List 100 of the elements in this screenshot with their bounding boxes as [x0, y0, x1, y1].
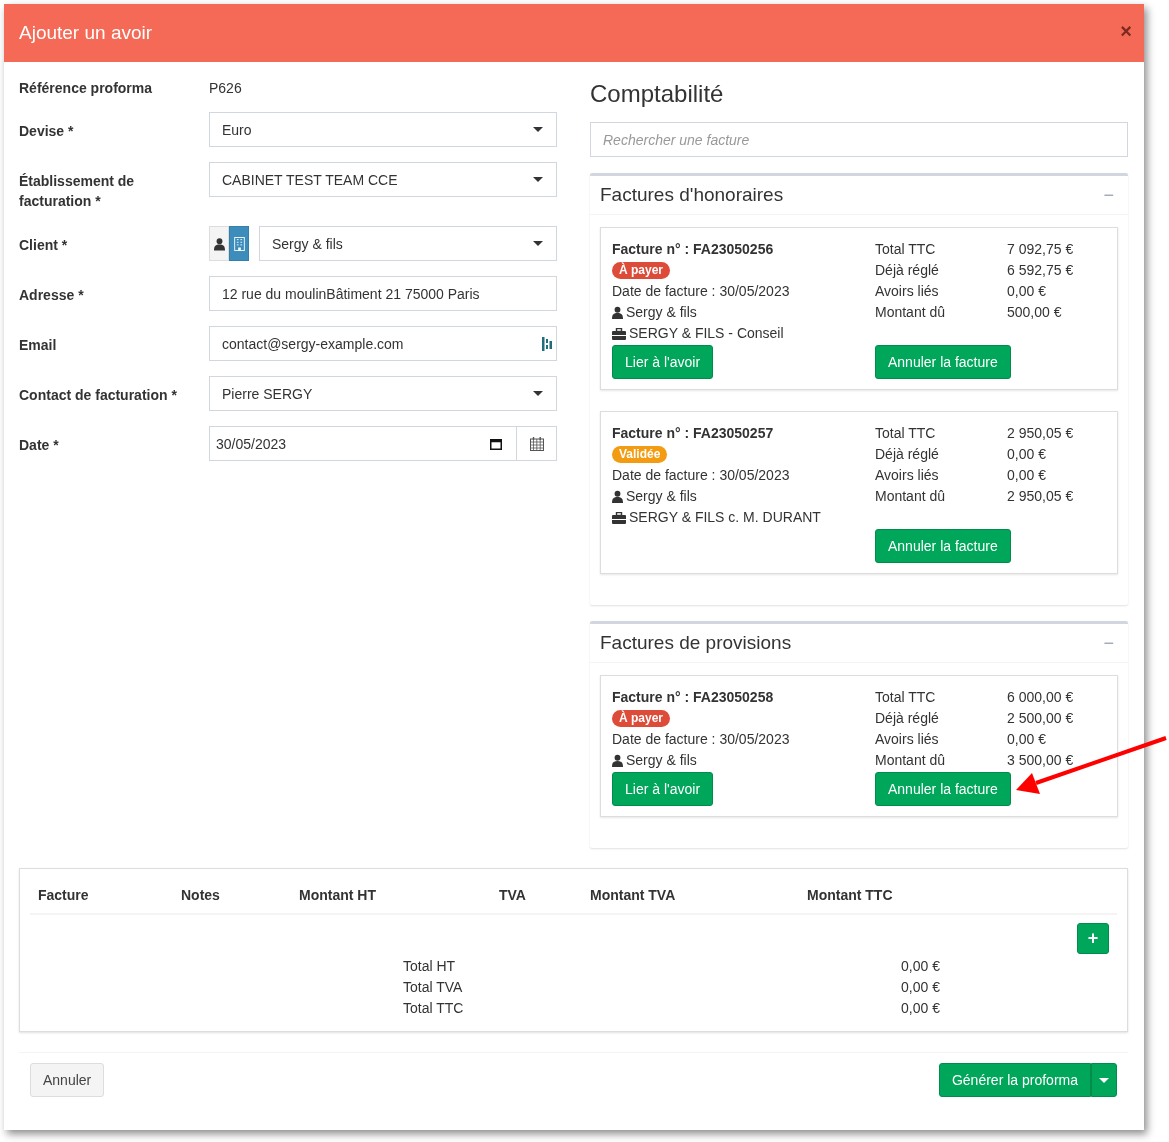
- amount-value: 6 000,00 €: [1007, 688, 1075, 707]
- invoice-number: Facture n° : FA23050256: [612, 240, 775, 259]
- amount-value: 2 950,05 €: [1007, 487, 1075, 506]
- panel-title: Factures d'honoraires: [600, 184, 784, 206]
- text-field[interactable]: 12 rue du moulinBâtiment 21 75000 Paris: [209, 276, 557, 311]
- field-label: Contact de facturation *: [19, 386, 178, 405]
- amount-value: 0,00 €: [1007, 730, 1047, 749]
- client-name: Sergy & fils: [626, 303, 697, 322]
- total-label: Total TVA: [403, 978, 464, 997]
- collapse-button[interactable]: −: [1099, 632, 1118, 654]
- amount-value: 3 500,00 €: [1007, 751, 1075, 770]
- client-name: Sergy & fils: [626, 487, 697, 506]
- invoice-date: Date de facture : 30/05/2023: [612, 282, 791, 301]
- amount-label: Avoirs liés: [875, 282, 940, 301]
- status-badge: À payer: [612, 710, 671, 727]
- amount-label: Déjà réglé: [875, 445, 940, 464]
- status-badge: À payer: [612, 262, 671, 279]
- invoice-number: Facture n° : FA23050257: [612, 424, 775, 443]
- amount-label: Déjà réglé: [875, 709, 940, 728]
- amount-label: Montant dû: [875, 487, 947, 506]
- select-field[interactable]: Sergy & fils: [259, 226, 557, 261]
- section-title: Comptabilité: [590, 80, 725, 108]
- select-field[interactable]: CABINET TEST TEAM CCE: [209, 162, 557, 197]
- calendar-button[interactable]: [517, 426, 557, 461]
- caret-icon: [533, 177, 543, 182]
- column-header: TVA: [499, 887, 527, 903]
- email-field[interactable]: contact@sergy-example.com: [209, 326, 557, 361]
- case-name: SERGY & FILS c. M. DURANT: [629, 508, 821, 527]
- select-field[interactable]: Euro: [209, 112, 557, 147]
- amount-value: 0,00 €: [1007, 282, 1047, 301]
- amount-label: Montant dû: [875, 303, 947, 322]
- person-icon: [213, 236, 225, 251]
- caret-icon: [533, 391, 543, 396]
- amount-value: 7 092,75 €: [1007, 240, 1075, 259]
- amount-value: 6 592,75 €: [1007, 261, 1075, 280]
- field-label: Devise *: [19, 122, 75, 141]
- cancel-button[interactable]: Annuler: [30, 1063, 105, 1097]
- select-value: CABINET TEST TEAM CCE: [222, 171, 398, 188]
- building-icon: [233, 236, 245, 251]
- caret-icon: [533, 241, 543, 246]
- reference-value: P626: [209, 79, 242, 98]
- field-label: Référence proforma: [19, 79, 154, 98]
- person-icon: [612, 754, 623, 767]
- amount-label: Avoirs liés: [875, 730, 940, 749]
- select-value: Sergy & fils: [272, 235, 343, 252]
- panel-title: Factures de provisions: [600, 632, 792, 654]
- person-icon: [612, 306, 623, 319]
- amount-value: 2 950,05 €: [1007, 424, 1075, 443]
- amount-value: 0,00 €: [1007, 466, 1047, 485]
- date-value: 30/05/2023: [216, 435, 287, 452]
- field-label: Établissement de facturation *: [19, 172, 136, 211]
- dropdown-button[interactable]: [1091, 1063, 1117, 1097]
- cancel-invoice-button[interactable]: Annuler la facture: [875, 772, 1011, 806]
- add-button[interactable]: +: [1077, 923, 1109, 954]
- invoice-date: Date de facture : 30/05/2023: [612, 466, 791, 485]
- column-header: Facture: [38, 887, 90, 903]
- cancel-invoice-button[interactable]: Annuler la facture: [875, 529, 1011, 563]
- field-label: Adresse *: [19, 286, 85, 305]
- generate-button[interactable]: Générer la proforma: [938, 1063, 1091, 1097]
- client-name: Sergy & fils: [626, 751, 697, 770]
- amount-value: 2 500,00 €: [1007, 709, 1075, 728]
- search-field[interactable]: Rechercher une facture: [590, 122, 1128, 157]
- link-button[interactable]: Lier à l'avoir: [612, 345, 714, 379]
- column-header: Montant TVA: [590, 887, 677, 903]
- field-label: Client *: [19, 236, 69, 255]
- calendar-icon: [529, 436, 544, 451]
- select-value: Euro: [222, 121, 252, 138]
- briefcase-icon: [612, 511, 626, 524]
- amount-label: Total TTC: [875, 240, 937, 259]
- amount-label: Montant dû: [875, 751, 947, 770]
- amount-label: Total TTC: [875, 688, 937, 707]
- select-value: Pierre SERGY: [222, 385, 313, 402]
- calendar-icon: [490, 437, 502, 450]
- case-name: SERGY & FILS - Conseil: [629, 324, 784, 343]
- invoice-date: Date de facture : 30/05/2023: [612, 730, 791, 749]
- caret-icon: [1098, 1077, 1109, 1083]
- modal-title: Ajouter un avoir: [19, 22, 153, 44]
- link-button[interactable]: Lier à l'avoir: [612, 772, 714, 806]
- amount-label: Total TTC: [875, 424, 937, 443]
- date-field[interactable]: 30/05/2023: [209, 426, 517, 461]
- total-value: 0,00 €: [900, 999, 940, 1018]
- total-value: 0,00 €: [900, 957, 940, 976]
- status-badge: Validée: [612, 446, 668, 463]
- cancel-invoice-button[interactable]: Annuler la facture: [875, 345, 1011, 379]
- bars-icon: [542, 336, 552, 351]
- person-toggle[interactable]: [209, 226, 229, 261]
- amount-value: 0,00 €: [1007, 445, 1047, 464]
- amount-value: 500,00 €: [1007, 303, 1063, 322]
- column-header: Notes: [181, 887, 221, 903]
- field-label: Email: [19, 336, 58, 355]
- person-icon: [612, 490, 623, 503]
- close-button[interactable]: ×: [1120, 19, 1132, 43]
- briefcase-icon: [612, 327, 626, 340]
- company-toggle[interactable]: [229, 226, 249, 261]
- total-label: Total TTC: [403, 999, 465, 1018]
- field-label: Date *: [19, 436, 60, 455]
- amount-label: Déjà réglé: [875, 261, 940, 280]
- collapse-button[interactable]: −: [1099, 184, 1118, 206]
- select-field[interactable]: Pierre SERGY: [209, 376, 557, 411]
- total-value: 0,00 €: [900, 978, 940, 997]
